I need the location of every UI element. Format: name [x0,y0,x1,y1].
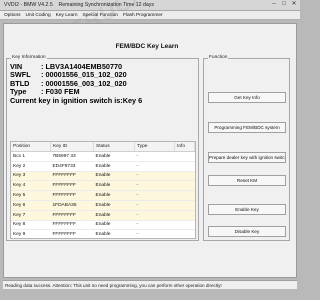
sync-info: Remaining Synchronization Time 12 days [58,2,154,8]
table-cell: Enable [93,180,135,192]
minimize-button[interactable]: – [270,1,278,8]
menu-unit-coding[interactable]: Unit Coding [26,11,51,19]
table-cell: 7B5997 33 [50,151,94,162]
table-cell [174,171,195,182]
table-cell: Key 6 [11,200,51,211]
menu-bar: Options Unit Coding Key Learn Special Fu… [0,11,300,20]
table-row[interactable]: Key 5 FFFFFFFF Enable - [11,190,195,201]
header-status[interactable]: Status [93,142,135,152]
table-cell: FFFFFFFF [50,220,94,231]
table-row[interactable]: Key 3 FFFFFFFF Enable - [11,171,195,182]
function-group: Function Get Key Info Programming FEM/BD… [203,55,290,241]
get-key-info-button[interactable]: Get Key Info [208,92,286,103]
header-info[interactable]: Info [174,142,195,152]
table-cell [174,229,195,238]
window-controls: – □ ✕ [270,1,298,8]
enable-key-button[interactable]: Enable Key [208,204,286,215]
table-cell [174,151,195,162]
key-table: Position Key ID Status Type Info Bcx 1 7B… [10,141,196,239]
programming-fem-bdc-button[interactable]: Programming FEM/BDC system [208,122,286,133]
header-key-id[interactable]: Key ID [50,142,94,152]
table-cell: Enable [93,161,135,172]
menu-flash-programmer[interactable]: Flash Programmer [123,11,163,19]
table-cell: - [134,210,175,221]
table-cell: ED4F9733 [50,161,94,172]
header-position[interactable]: Position [11,142,51,152]
status-bar: Reading data success. Attention: This un… [3,280,297,289]
table-cell: Key 2 [11,161,51,172]
table-row[interactable]: Key 7 FFFFFFFF Enable - [11,210,195,221]
table-cell: Enable [93,220,135,231]
table-row[interactable]: Key 6 1FDABA35 Enable - [11,200,195,211]
maximize-button[interactable]: □ [280,1,288,8]
table-cell: Enable [93,200,135,211]
table-header-row: Position Key ID Status Type Info [11,142,195,152]
table-cell: - [134,200,175,211]
menu-key-learn[interactable]: Key Learn [56,11,78,19]
table-cell: FFFFFFFF [50,171,94,182]
menu-special-function[interactable]: Special Function [83,11,118,19]
table-body: Bcx 1 7B5997 33 Enable - Key 2 ED4F9733 Enable… [11,151,195,238]
reset-km-button[interactable]: Reset KM [208,175,286,186]
header-type[interactable]: Type [134,142,175,152]
table-cell: - [134,190,175,201]
table-cell: Enable [93,151,135,162]
table-cell: Key 8 [11,220,51,231]
table-cell: Key 5 [11,190,51,201]
disable-key-button[interactable]: Disable Key [208,226,286,237]
table-cell: Key 7 [11,210,51,221]
app-title: VVDI2 - BMW V4.2.5 [4,2,53,8]
btld-row: BTLD : 00001556_003_102_020 [10,79,195,88]
table-cell [174,180,195,192]
table-row[interactable]: Key 2 ED4F9733 Enable - [11,161,195,172]
window-title: VVDI2 - BMW V4.2.5 Remaining Synchroniza… [4,0,154,10]
table-cell: - [134,151,175,162]
table-cell: Enable [93,190,135,201]
key-table-grid: Position Key ID Status Type Info Bcx 1 7B… [11,142,195,238]
table-cell: Key 9 [11,229,51,238]
table-cell [174,220,195,231]
table-cell: FFFFFFFF [50,210,94,221]
table-row[interactable]: Key 9 FFFFFFFF Enable - [11,229,195,238]
table-cell [174,190,195,201]
table-cell [174,200,195,211]
title-bar: VVDI2 - BMW V4.2.5 Remaining Synchroniza… [0,0,300,11]
close-button[interactable]: ✕ [290,1,298,8]
table-cell: FFFFFFFF [50,180,94,192]
prepare-dealer-key-button[interactable]: Prepare dealer key with ignition switch [208,152,286,163]
table-cell: Enable [93,210,135,221]
table-row[interactable]: Key 8 FFFFFFFF Enable - [11,220,195,231]
page-title: FEM/BDC Key Learn [115,43,179,50]
table-cell: Key 4 [11,180,51,192]
table-cell: Key 3 [11,171,51,182]
table-row[interactable]: Key 4 FFFFFFFF Enable - [11,180,195,192]
table-cell: Enable [93,171,135,182]
table-cell: - [134,180,175,192]
table-cell: FFFFFFFF [50,229,94,238]
table-cell: - [134,161,175,172]
current-key-text: Current key in ignition switch is:Key 6 [10,95,143,105]
key-information-group: Key Information VIN : LBV3A1404EMB50770 … [6,55,199,241]
table-cell [174,210,195,221]
function-label: Function [208,55,229,61]
table-cell: - [134,220,175,231]
table-cell [174,161,195,172]
menu-options[interactable]: Options [4,11,21,19]
table-cell: FFFFFFFF [50,190,94,201]
key-information-label: Key Information [11,55,47,61]
table-cell: Enable [93,229,135,238]
table-cell: - [134,171,175,182]
table-cell: Bcx 1 [11,151,51,162]
key-info-block: VIN : LBV3A1404EMB50770 SWFL : 00001556_… [10,62,195,105]
table-cell: 1FDABA35 [50,200,94,211]
table-cell: - [134,229,175,238]
table-row[interactable]: Bcx 1 7B5997 33 Enable - [11,151,195,162]
